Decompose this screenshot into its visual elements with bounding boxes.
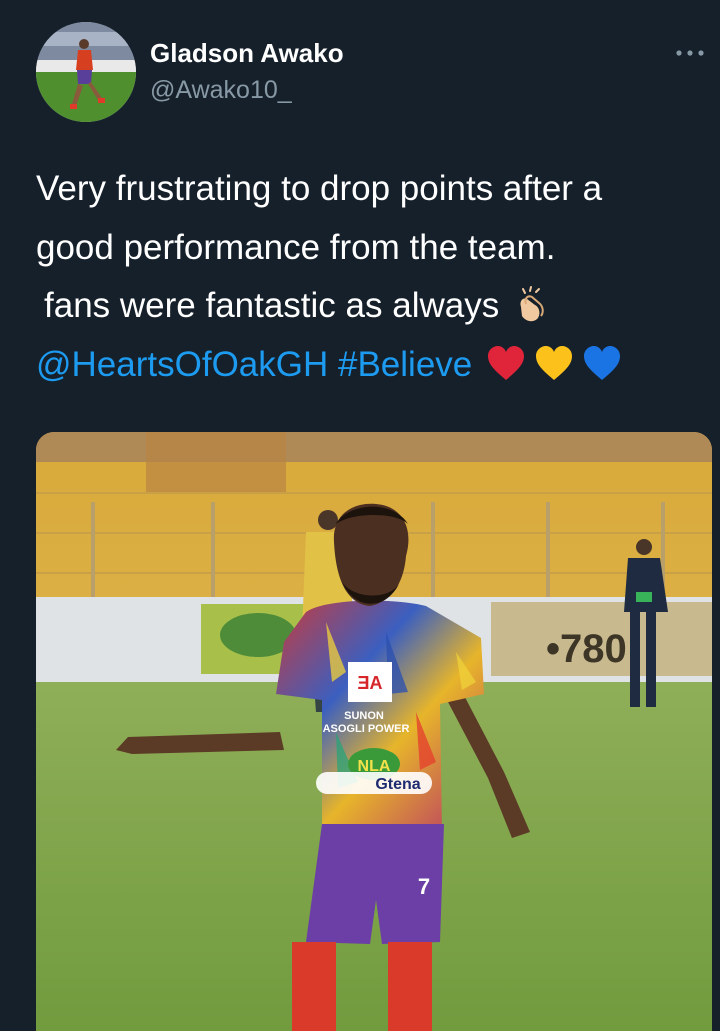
- jersey-text: SUNON: [344, 710, 384, 722]
- tweet-text-line: @HeartsOfOakGH #Believe: [36, 336, 706, 395]
- blue-heart-emoji: [582, 344, 622, 384]
- tweet-text-line: good performance from the team.: [36, 227, 556, 267]
- red-heart-emoji: [486, 344, 526, 384]
- tweet-text-line: Very frustrating to drop points after a: [36, 169, 603, 208]
- tweet-text: Very frustrating to drop points after a …: [36, 160, 706, 394]
- jersey-text: Gtena: [375, 776, 420, 793]
- author-display-name[interactable]: Gladson Awako: [150, 38, 344, 69]
- tweet-media-photo[interactable]: •780 ƎA SUNON ASOGLI POWER NLA Gtena 7: [36, 432, 712, 1031]
- jersey-number: 7: [418, 874, 430, 899]
- author-handle[interactable]: @Awako10_: [150, 76, 292, 105]
- avatar-photo: [36, 22, 136, 122]
- clapping-hands-emoji: [511, 285, 551, 325]
- football-player-photo: •780 ƎA SUNON ASOGLI POWER NLA Gtena 7: [36, 432, 712, 1031]
- tweet-text-line: fans were fantastic as always: [36, 277, 706, 336]
- yellow-heart-emoji: [534, 344, 574, 384]
- more-horizontal-icon: [676, 50, 704, 56]
- jersey-text: ASOGLI POWER: [323, 723, 410, 735]
- hashtag-link[interactable]: #Believe: [338, 345, 472, 384]
- board-text: •780: [546, 627, 627, 671]
- tweet-text-fragment: fans were fantastic as always: [44, 286, 500, 325]
- svg-text:ƎA: ƎA: [357, 673, 382, 693]
- more-options-button[interactable]: [672, 38, 708, 68]
- mention-link[interactable]: @HeartsOfOakGH: [36, 345, 328, 384]
- avatar[interactable]: [36, 22, 136, 122]
